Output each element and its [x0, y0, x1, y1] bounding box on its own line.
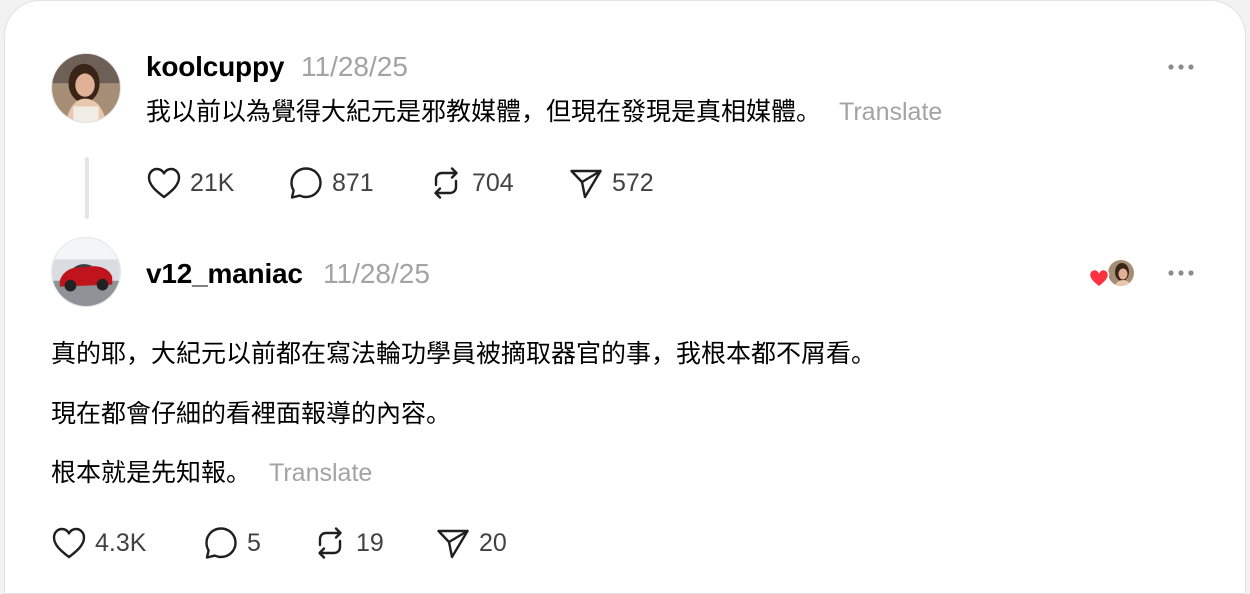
share-button[interactable]: 572	[568, 163, 654, 203]
more-dots-icon	[1168, 270, 1194, 276]
repost-icon	[318, 527, 342, 559]
heart-icon	[147, 167, 181, 199]
more-button[interactable]	[1167, 268, 1197, 278]
like-count: 21K	[190, 168, 235, 197]
send-icon	[437, 529, 469, 559]
comment-icon	[205, 527, 237, 559]
post-text-line: 根本就是先知報。	[51, 459, 252, 487]
translate-link[interactable]: Translate	[269, 459, 372, 487]
share-count: 20	[479, 528, 507, 557]
heart-badge-icon	[1088, 268, 1110, 288]
heart-icon	[52, 527, 86, 559]
username[interactable]: v12_maniac	[146, 258, 303, 290]
share-count: 572	[612, 168, 654, 197]
reply-count: 871	[332, 168, 374, 197]
comment-icon	[290, 167, 322, 199]
username[interactable]: koolcuppy	[146, 51, 284, 83]
repost-icon	[434, 167, 458, 199]
author-avatar-small	[1106, 258, 1136, 288]
timestamp[interactable]: 11/28/25	[323, 258, 430, 290]
more-dots-icon	[1168, 64, 1194, 70]
post-text-line: 現在都會仔細的看裡面報導的內容。	[51, 400, 452, 428]
liked-by-author	[1088, 256, 1138, 296]
repost-button[interactable]: 19	[312, 523, 384, 563]
avatar-image-koolcuppy-small	[1108, 260, 1134, 286]
share-button[interactable]: 20	[435, 523, 507, 563]
reply-button[interactable]: 871	[288, 163, 374, 203]
post-text-line: 真的耶，大紀元以前都在寫法輪功學員被摘取器官的事，我根本都不屑看。	[51, 340, 877, 368]
post-text: 我以前以為覺得大紀元是邪教媒體，但現在發現是真相媒體。 Translate	[146, 100, 942, 125]
avatar[interactable]	[51, 53, 121, 123]
reply-button[interactable]: 5	[203, 523, 261, 563]
repost-count: 19	[356, 528, 384, 557]
reply-count: 5	[247, 528, 261, 557]
like-button[interactable]: 4.3K	[51, 523, 146, 563]
thread-card: koolcuppy 11/28/25 我以前以為覺得大紀元是邪教媒體，但現在發現…	[4, 0, 1246, 594]
like-count: 4.3K	[95, 528, 147, 557]
timestamp[interactable]: 11/28/25	[301, 51, 408, 83]
post-text: 根本就是先知報。 Translate	[51, 461, 372, 486]
repost-button[interactable]: 704	[428, 163, 514, 203]
repost-count: 704	[472, 168, 514, 197]
avatar[interactable]	[51, 237, 121, 307]
like-button[interactable]: 21K	[146, 163, 234, 203]
send-icon	[570, 169, 602, 199]
more-button[interactable]	[1167, 62, 1197, 72]
translate-link[interactable]: Translate	[839, 98, 942, 126]
avatar-image-v12-maniac	[52, 238, 120, 306]
post-text-line: 我以前以為覺得大紀元是邪教媒體，但現在發現是真相媒體。	[146, 98, 822, 126]
thread-line	[85, 157, 89, 219]
avatar-image-koolcuppy	[52, 54, 120, 122]
